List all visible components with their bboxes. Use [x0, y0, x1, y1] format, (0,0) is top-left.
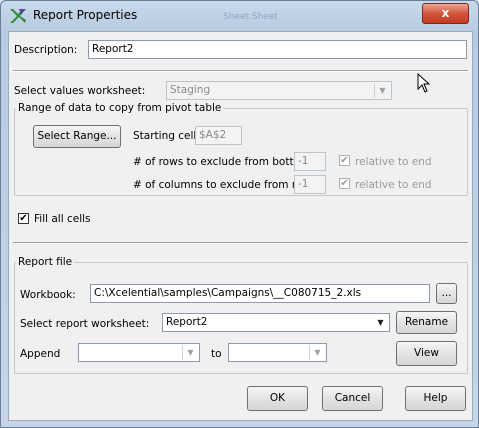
- help-button[interactable]: Help: [405, 386, 466, 411]
- ok-button[interactable]: OK: [247, 386, 308, 411]
- append-to-select[interactable]: ▼: [228, 343, 327, 362]
- cols-relative-label: relative to end: [355, 179, 432, 191]
- xcelential-app-icon: [10, 9, 26, 23]
- workbook-label: Workbook:: [20, 289, 76, 301]
- mouse-pointer-icon: [417, 73, 431, 93]
- view-button[interactable]: View: [396, 341, 457, 366]
- starting-cell-label: Starting cell:: [133, 130, 200, 142]
- separator-middle: [13, 242, 468, 244]
- chevron-down-icon: ▼: [182, 345, 198, 360]
- close-icon: x: [441, 6, 450, 20]
- cols-relative-checkbox[interactable]: ✔: [339, 178, 350, 189]
- append-label: Append: [20, 348, 61, 360]
- chevron-down-icon: ▼: [377, 318, 384, 327]
- cols-exclude-label: # of columns to exclude from right:: [133, 179, 321, 191]
- description-input[interactable]: Report2: [88, 40, 467, 59]
- background-window-title: Sheet Sheet: [223, 12, 278, 22]
- cols-exclude-input[interactable]: -1: [294, 175, 326, 194]
- workbook-input[interactable]: C:\Xcelential\samples\Campaigns\__C08071…: [90, 284, 430, 303]
- report-properties-window: Report Properties Sheet Sheet x Descript…: [0, 0, 479, 428]
- rows-exclude-input[interactable]: -1: [294, 152, 326, 171]
- chevron-down-icon: ▼: [309, 345, 325, 360]
- rows-relative-checkbox[interactable]: ✔: [339, 155, 350, 166]
- report-file-group-label: Report file: [16, 256, 75, 268]
- values-worksheet-select[interactable]: Staging ▼: [166, 81, 392, 100]
- dialog-client-area: Description: Report2 Select values works…: [8, 31, 473, 421]
- starting-cell-value: $A$2: [199, 129, 227, 141]
- browse-workbook-button[interactable]: ...: [436, 283, 457, 304]
- starting-cell-input[interactable]: $A$2: [195, 126, 242, 145]
- separator-top: [13, 70, 468, 72]
- report-worksheet-select[interactable]: Report2 ▼: [162, 313, 390, 332]
- fill-all-cells-label: Fill all cells: [34, 213, 91, 225]
- description-label: Description:: [14, 44, 78, 56]
- values-worksheet-label: Select values worksheet:: [14, 85, 146, 97]
- rows-relative-label: relative to end: [355, 156, 432, 168]
- append-to-label: to: [211, 348, 222, 360]
- report-worksheet-label: Select report worksheet:: [20, 318, 150, 330]
- rows-exclude-value: -1: [298, 155, 309, 167]
- chevron-down-icon: ▼: [374, 83, 390, 98]
- cols-exclude-value: -1: [298, 178, 309, 190]
- append-from-select[interactable]: ▼: [78, 343, 200, 362]
- report-worksheet-value: Report2: [166, 316, 208, 328]
- select-range-button[interactable]: Select Range...: [33, 125, 121, 148]
- title-bar[interactable]: Report Properties Sheet Sheet x: [1, 1, 478, 31]
- values-worksheet-value: Staging: [170, 84, 211, 96]
- close-button[interactable]: x: [422, 3, 469, 24]
- fill-all-cells-checkbox[interactable]: ✔: [18, 213, 29, 224]
- rename-button[interactable]: Rename: [396, 311, 457, 334]
- cancel-button[interactable]: Cancel: [322, 386, 383, 411]
- range-group-label: Range of data to copy from pivot table: [16, 102, 224, 114]
- description-value: Report2: [92, 43, 134, 55]
- workbook-value: C:\Xcelential\samples\Campaigns\__C08071…: [94, 287, 362, 299]
- window-title: Report Properties: [33, 8, 138, 22]
- rows-exclude-label: # of rows to exclude from bottom:: [133, 156, 314, 168]
